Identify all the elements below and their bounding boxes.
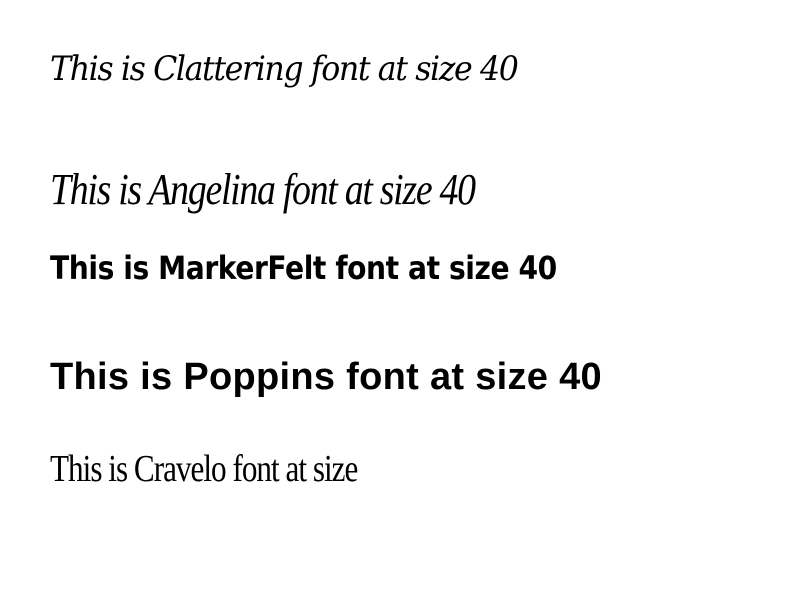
angelina-font-sample: This is Angelina font at size 40 xyxy=(50,165,476,214)
poppins-font-sample: This is Poppins font at size 40 xyxy=(50,356,602,398)
font-sample-canvas: This is Clattering font at size 40 This … xyxy=(0,0,800,600)
markerfelt-font-sample: This is MarkerFelt font at size 40 xyxy=(50,249,557,287)
cravelo-font-sample: This is Cravelo font at size xyxy=(50,448,358,490)
clattering-font-sample: This is Clattering font at size 40 xyxy=(50,49,519,89)
